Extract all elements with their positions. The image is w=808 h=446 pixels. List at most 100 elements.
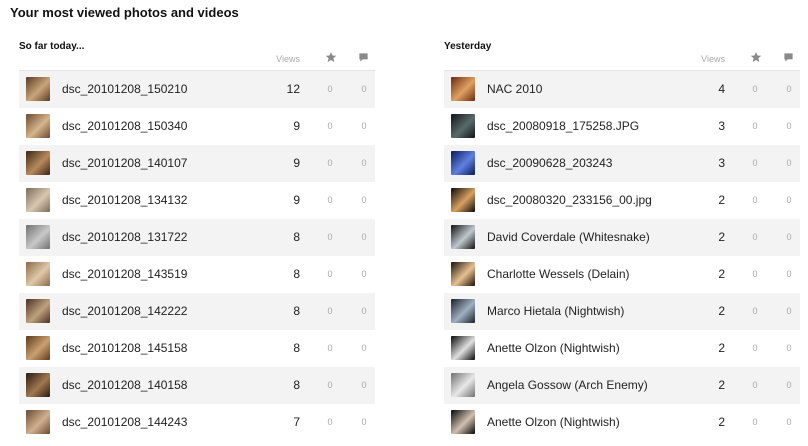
photo-title-link[interactable]: dsc_20101208_145158 bbox=[62, 341, 187, 355]
photo-title-link[interactable]: dsc_20101208_134132 bbox=[62, 193, 187, 207]
favorite-count: 0 bbox=[327, 343, 333, 353]
photo-title-link[interactable]: dsc_20101208_142222 bbox=[62, 304, 187, 318]
view-count: 2 bbox=[718, 341, 725, 355]
list-item[interactable]: dsc_20101208_150210 12 0 0 bbox=[19, 71, 375, 108]
list-item[interactable]: Charlotte Wessels (Delain) 2 0 0 bbox=[444, 256, 800, 293]
photo-title-link[interactable]: dsc_20080320_233156_00.jpg bbox=[487, 193, 652, 207]
photo-thumbnail[interactable] bbox=[451, 77, 475, 101]
list-item[interactable]: dsc_20090628_203243 3 0 0 bbox=[444, 145, 800, 182]
photo-thumbnail[interactable] bbox=[451, 299, 475, 323]
comment-count: 0 bbox=[786, 84, 792, 94]
list-item[interactable]: Angela Gossow (Arch Enemy) 2 0 0 bbox=[444, 367, 800, 404]
view-count: 9 bbox=[293, 156, 300, 170]
photo-title-link[interactable]: Angela Gossow (Arch Enemy) bbox=[487, 378, 648, 392]
view-count: 2 bbox=[718, 230, 725, 244]
photo-title-link[interactable]: David Coverdale (Whitesnake) bbox=[487, 230, 650, 244]
favorite-count: 0 bbox=[752, 306, 758, 316]
photo-thumbnail[interactable] bbox=[451, 373, 475, 397]
list-item[interactable]: Anette Olzon (Nightwish) 2 0 0 bbox=[444, 404, 800, 441]
photo-thumbnail[interactable] bbox=[26, 373, 50, 397]
photo-title-link[interactable]: dsc_20080918_175258.JPG bbox=[487, 119, 639, 133]
comment-count: 0 bbox=[786, 417, 792, 427]
photo-thumbnail[interactable] bbox=[26, 188, 50, 212]
photo-title-link[interactable]: Anette Olzon (Nightwish) bbox=[487, 341, 620, 355]
photo-title-link[interactable]: dsc_20101208_143519 bbox=[62, 267, 187, 281]
photo-thumbnail[interactable] bbox=[26, 336, 50, 360]
view-count: 2 bbox=[718, 415, 725, 429]
photo-title-link[interactable]: dsc_20090628_203243 bbox=[487, 156, 612, 170]
comment-count: 0 bbox=[786, 121, 792, 131]
comment-count: 0 bbox=[361, 232, 367, 242]
favorite-count: 0 bbox=[752, 84, 758, 94]
view-count: 2 bbox=[718, 304, 725, 318]
photo-thumbnail[interactable] bbox=[451, 336, 475, 360]
favorite-count: 0 bbox=[752, 121, 758, 131]
list-item[interactable]: dsc_20101208_134132 9 0 0 bbox=[19, 182, 375, 219]
photo-title-link[interactable]: dsc_20101208_150340 bbox=[62, 119, 187, 133]
comment-count: 0 bbox=[786, 158, 792, 168]
list-item[interactable]: dsc_20101208_143519 8 0 0 bbox=[19, 256, 375, 293]
photo-thumbnail[interactable] bbox=[26, 225, 50, 249]
photo-thumbnail[interactable] bbox=[26, 410, 50, 434]
comment-count: 0 bbox=[786, 380, 792, 390]
view-count: 8 bbox=[293, 230, 300, 244]
photo-thumbnail[interactable] bbox=[451, 410, 475, 434]
favorite-count: 0 bbox=[327, 158, 333, 168]
photo-thumbnail[interactable] bbox=[451, 151, 475, 175]
favorite-count: 0 bbox=[752, 195, 758, 205]
photo-title-link[interactable]: NAC 2010 bbox=[487, 82, 542, 96]
comment-count: 0 bbox=[361, 84, 367, 94]
views-column-header: Views bbox=[701, 54, 725, 64]
photo-thumbnail[interactable] bbox=[451, 262, 475, 286]
comment-count: 0 bbox=[361, 195, 367, 205]
favorite-count: 0 bbox=[752, 269, 758, 279]
photo-thumbnail[interactable] bbox=[451, 188, 475, 212]
list-item[interactable]: dsc_20080320_233156_00.jpg 2 0 0 bbox=[444, 182, 800, 219]
comment-count: 0 bbox=[361, 121, 367, 131]
list-item[interactable]: dsc_20080918_175258.JPG 3 0 0 bbox=[444, 108, 800, 145]
star-icon bbox=[750, 52, 762, 62]
photo-title-link[interactable]: Charlotte Wessels (Delain) bbox=[487, 267, 630, 281]
photo-title-link[interactable]: dsc_20101208_131722 bbox=[62, 230, 187, 244]
favorite-count: 0 bbox=[327, 417, 333, 427]
view-count: 7 bbox=[293, 415, 300, 429]
photo-thumbnail[interactable] bbox=[26, 299, 50, 323]
favorite-count: 0 bbox=[752, 343, 758, 353]
list-item[interactable]: Marco Hietala (Nightwish) 2 0 0 bbox=[444, 293, 800, 330]
view-count: 4 bbox=[718, 82, 725, 96]
photo-thumbnail[interactable] bbox=[26, 262, 50, 286]
photo-title-link[interactable]: Anette Olzon (Nightwish) bbox=[487, 415, 620, 429]
list-item[interactable]: dsc_20101208_140158 8 0 0 bbox=[19, 367, 375, 404]
list-item[interactable]: dsc_20101208_144243 7 0 0 bbox=[19, 404, 375, 441]
list-item[interactable]: dsc_20101208_140107 9 0 0 bbox=[19, 145, 375, 182]
view-count: 2 bbox=[718, 267, 725, 281]
photo-thumbnail[interactable] bbox=[26, 77, 50, 101]
list-item[interactable]: dsc_20101208_142222 8 0 0 bbox=[19, 293, 375, 330]
photo-thumbnail[interactable] bbox=[26, 114, 50, 138]
favorite-count: 0 bbox=[327, 269, 333, 279]
comment-count: 0 bbox=[361, 269, 367, 279]
view-count: 8 bbox=[293, 341, 300, 355]
list-item[interactable]: Anette Olzon (Nightwish) 2 0 0 bbox=[444, 330, 800, 367]
favorite-count: 0 bbox=[327, 121, 333, 131]
photo-title-link[interactable]: Marco Hietala (Nightwish) bbox=[487, 304, 624, 318]
list-item[interactable]: NAC 2010 4 0 0 bbox=[444, 71, 800, 108]
photo-title-link[interactable]: dsc_20101208_144243 bbox=[62, 415, 187, 429]
favorite-count: 0 bbox=[752, 232, 758, 242]
photo-title-link[interactable]: dsc_20101208_150210 bbox=[62, 82, 187, 96]
view-count: 2 bbox=[718, 378, 725, 392]
favorite-count: 0 bbox=[752, 380, 758, 390]
list-item[interactable]: David Coverdale (Whitesnake) 2 0 0 bbox=[444, 219, 800, 256]
photo-thumbnail[interactable] bbox=[26, 151, 50, 175]
comment-count: 0 bbox=[361, 417, 367, 427]
list-item[interactable]: dsc_20101208_131722 8 0 0 bbox=[19, 219, 375, 256]
photo-thumbnail[interactable] bbox=[451, 225, 475, 249]
list-item[interactable]: dsc_20101208_150340 9 0 0 bbox=[19, 108, 375, 145]
photo-thumbnail[interactable] bbox=[451, 114, 475, 138]
view-count: 8 bbox=[293, 378, 300, 392]
today-panel-header: So far today... Views bbox=[19, 38, 375, 71]
view-count: 2 bbox=[718, 193, 725, 207]
list-item[interactable]: dsc_20101208_145158 8 0 0 bbox=[19, 330, 375, 367]
photo-title-link[interactable]: dsc_20101208_140107 bbox=[62, 156, 187, 170]
photo-title-link[interactable]: dsc_20101208_140158 bbox=[62, 378, 187, 392]
